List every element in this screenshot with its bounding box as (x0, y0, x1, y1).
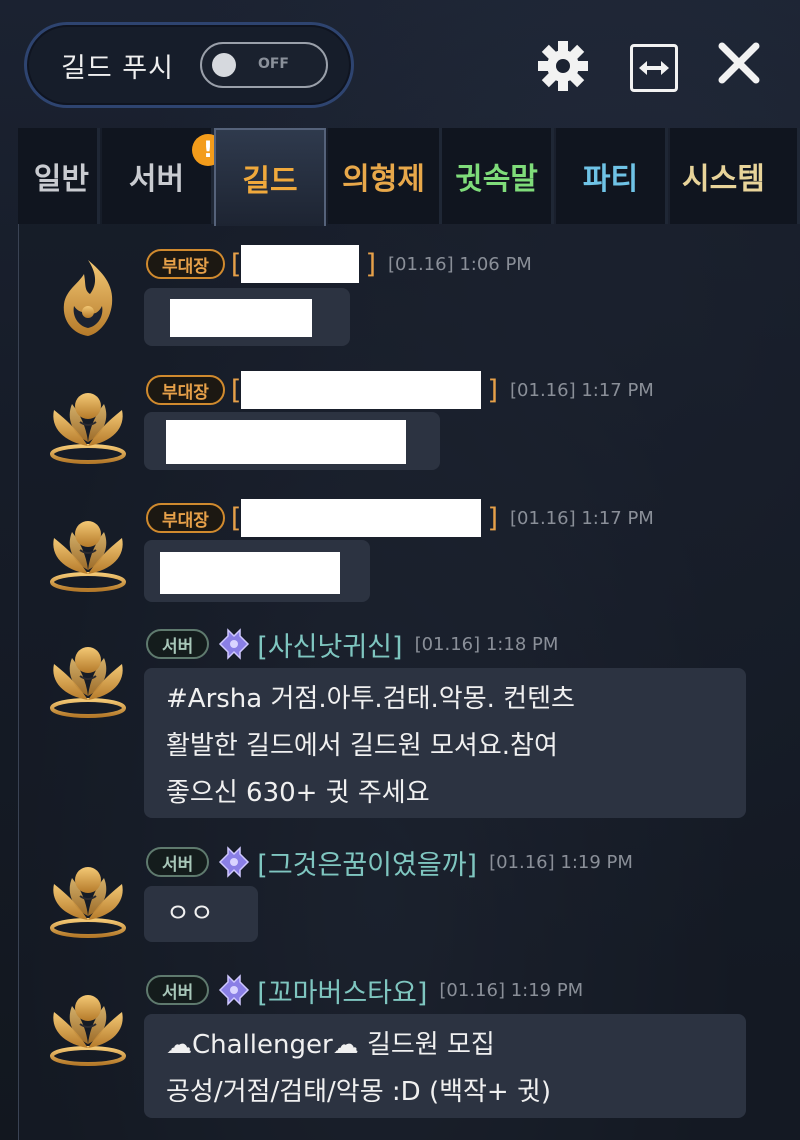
message-header: 서버 [꼬마버스타요] [01.16] 1:19 PM (146, 972, 584, 1009)
tab-system[interactable]: 시스템 (670, 128, 800, 224)
timestamp: [01.16] 1:17 PM (510, 507, 654, 529)
lotus-emblem-icon[interactable] (44, 378, 132, 466)
tab-label: 서버 (128, 162, 185, 197)
timestamp: [01.16] 1:19 PM (439, 979, 584, 1001)
guild-mark-icon (219, 975, 250, 1005)
tab-server[interactable]: 서버 ! (102, 128, 224, 224)
lotus-emblem-icon[interactable] (44, 852, 132, 940)
guild-push-toggle[interactable]: OFF (199, 42, 328, 88)
redacted-text (160, 552, 340, 594)
message-bubble: #Arsha 거점.아투.검태.악몽. 컨텐츠 활발한 길드에서 길드원 모셔요… (144, 668, 746, 818)
message-header: 부대장 [ ] [01.16] 1:06 PM (146, 245, 532, 283)
redacted-name (241, 245, 360, 283)
message-line: ☁Challenger☁ 길드원 모집 (166, 1030, 495, 1060)
guild-push-control: 길드 푸시 OFF (24, 22, 354, 108)
message-bubble (144, 412, 440, 470)
tab-label: 일반 (33, 162, 89, 197)
chat-tabs: 일반 서버 ! 길드 의형제 귓속말 파티 시스템 (18, 128, 800, 226)
name-bracket-close: ] (487, 502, 499, 534)
rank-badge: 부대장 (146, 503, 225, 533)
message-header: 부대장 [ ] [01.16] 1:17 PM (146, 499, 654, 537)
sender-name: [그것은꿈이였을까] (257, 849, 478, 881)
sender-name: [사신낫귀신] (257, 631, 403, 663)
rank-badge: 부대장 (146, 249, 225, 279)
redacted-name (241, 499, 482, 537)
message-line: 좋으신 630+ 귓 주세요 (166, 778, 430, 808)
redacted-text (166, 420, 406, 464)
toggle-knob (211, 53, 236, 77)
message-line: #Arsha 거점.아투.검태.악몽. 컨텐츠 (166, 684, 575, 714)
tab-label: 의형제 (342, 162, 425, 197)
close-icon[interactable] (716, 40, 762, 90)
tab-label: 시스템 (682, 162, 765, 197)
message-line: 공성/거점/검태/악몽 :D (백작+ 귓) (166, 1077, 552, 1107)
tab-label: 길드 (242, 164, 298, 199)
rank-badge: 부대장 (146, 375, 225, 405)
rank-badge: 서버 (146, 629, 210, 659)
rank-badge: 서버 (146, 847, 210, 877)
message-bubble: ☁Challenger☁ 길드원 모집 공성/거점/검태/악몽 :D (백작+ … (144, 1014, 746, 1118)
guild-mark-icon (219, 847, 250, 877)
tab-label: 파티 (582, 162, 639, 197)
message-header: 서버 [사신낫귀신] [01.16] 1:18 PM (146, 626, 559, 663)
toggle-state-text: OFF (257, 56, 289, 72)
sender-name: [꼬마버스타요] (257, 977, 428, 1009)
flame-emblem-icon[interactable] (44, 254, 132, 342)
tab-guild[interactable]: 길드 (214, 128, 326, 226)
redacted-name (241, 371, 482, 409)
message-bubble: ㅇㅇ (144, 886, 258, 942)
message-bubble (144, 288, 350, 346)
redacted-text (170, 299, 312, 337)
lotus-emblem-icon[interactable] (44, 506, 132, 594)
message-header: 서버 [그것은꿈이였을까] [01.16] 1:19 PM (146, 844, 633, 881)
tab-whisper[interactable]: 귓속말 (442, 128, 554, 224)
tab-sworn-brothers[interactable]: 의형제 (328, 128, 442, 224)
tab-general[interactable]: 일반 (18, 128, 100, 224)
guild-push-label: 길드 푸시 (61, 52, 174, 84)
name-bracket-close: ] (365, 248, 377, 280)
tab-party[interactable]: 파티 (556, 128, 668, 224)
timestamp: [01.16] 1:18 PM (414, 633, 559, 655)
rank-badge: 서버 (146, 975, 210, 1005)
message-header: 부대장 [ ] [01.16] 1:17 PM (146, 371, 654, 409)
message-line: ㅇㅇ (166, 899, 214, 929)
name-bracket-open: [ (230, 502, 242, 534)
name-bracket-open: [ (230, 248, 242, 280)
name-bracket-open: [ (230, 374, 242, 406)
name-bracket-close: ] (487, 374, 499, 406)
lotus-emblem-icon[interactable] (44, 632, 132, 720)
message-line: 활발한 길드에서 길드원 모셔요.참여 (166, 731, 558, 761)
message-bubble (144, 540, 370, 602)
timestamp: [01.16] 1:06 PM (388, 253, 532, 275)
lotus-emblem-icon[interactable] (44, 980, 132, 1068)
gear-icon[interactable] (537, 40, 589, 96)
tab-label: 귓속말 (455, 162, 538, 197)
timestamp: [01.16] 1:19 PM (489, 851, 633, 873)
guild-mark-icon (219, 629, 250, 659)
expand-icon[interactable] (630, 44, 678, 92)
timestamp: [01.16] 1:17 PM (510, 379, 654, 401)
